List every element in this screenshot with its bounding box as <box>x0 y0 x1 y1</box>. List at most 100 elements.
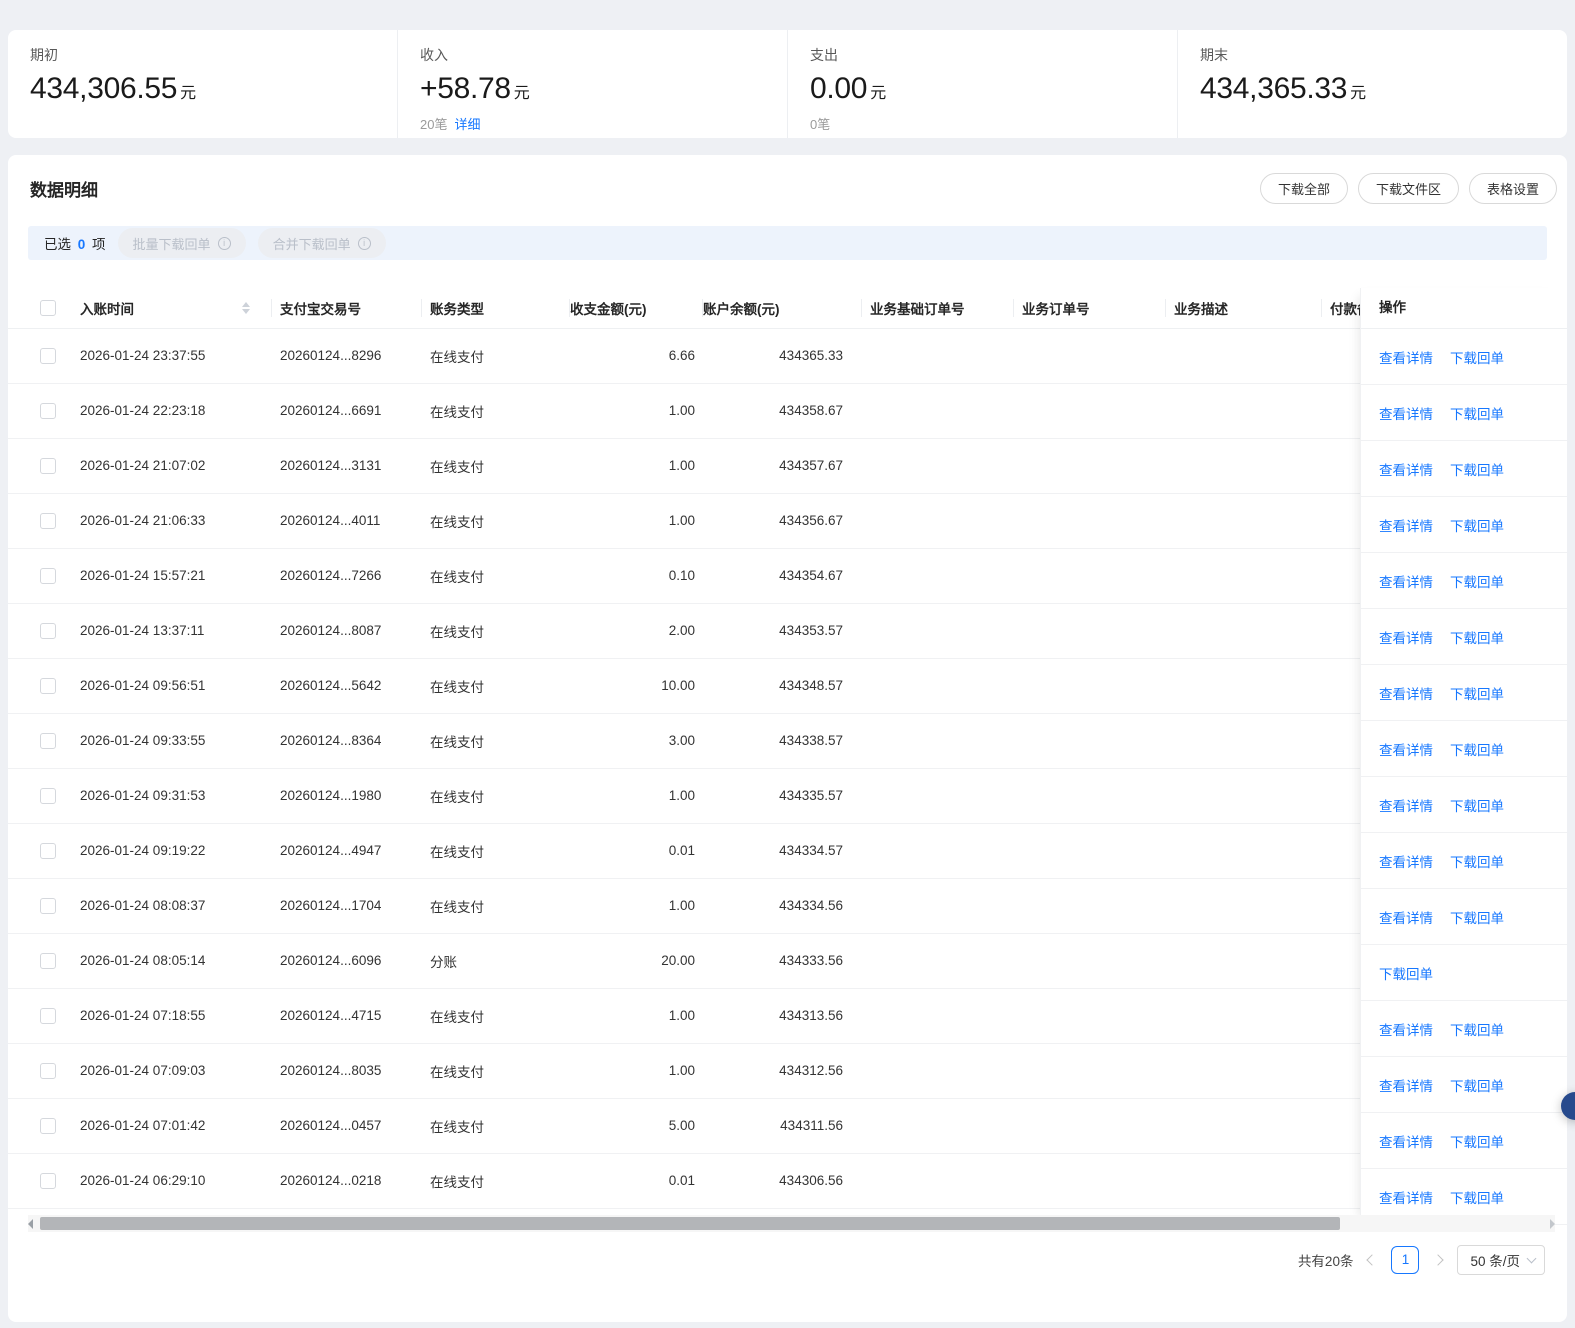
view-detail-link[interactable]: 查看详情 <box>1379 403 1433 423</box>
row-checkbox[interactable] <box>40 457 56 474</box>
download-receipt-link[interactable]: 下载回单 <box>1450 347 1504 367</box>
row-checkbox[interactable] <box>40 677 56 694</box>
horizontal-scrollbar[interactable] <box>28 1214 1555 1232</box>
view-detail-link[interactable]: 查看详情 <box>1379 795 1433 815</box>
row-checkbox[interactable] <box>40 1007 56 1024</box>
download-receipt-link[interactable]: 下载回单 <box>1450 795 1504 815</box>
batch-download-label: 批量下载回单 <box>132 236 211 252</box>
row-checkbox[interactable] <box>40 512 56 529</box>
view-detail-link[interactable]: 查看详情 <box>1379 851 1433 871</box>
view-detail-link[interactable]: 查看详情 <box>1379 571 1433 591</box>
download-file-area-button[interactable]: 下载文件区 <box>1357 173 1459 204</box>
cell-balance: 434311.56 <box>703 1098 862 1154</box>
cell-description <box>1166 878 1322 934</box>
summary-amount: 434,365.33 <box>1200 72 1348 105</box>
view-detail-link[interactable]: 查看详情 <box>1379 739 1433 759</box>
row-checkbox[interactable] <box>40 842 56 859</box>
table-row: 2026-01-24 08:08:37 20260124...1704 在线支付 1.… <box>8 878 1567 934</box>
download-all-button[interactable]: 下载全部 <box>1259 173 1348 204</box>
table-row: 2026-01-24 09:56:51 20260124...5642 在线支付 10… <box>8 658 1567 714</box>
select-all-checkbox[interactable] <box>40 299 56 316</box>
view-detail-link[interactable]: 查看详情 <box>1379 907 1433 927</box>
column-header-label: 账务类型 <box>430 301 484 317</box>
row-actions: 查看详情 下载回单 <box>1361 609 1567 665</box>
download-receipt-link[interactable]: 下载回单 <box>1450 1187 1504 1207</box>
row-checkbox[interactable] <box>40 1172 56 1189</box>
merge-download-button[interactable]: 合并下载回单 i <box>257 228 386 258</box>
row-checkbox[interactable] <box>40 1117 56 1134</box>
table-settings-button[interactable]: 表格设置 <box>1468 173 1557 204</box>
view-detail-link[interactable]: 查看详情 <box>1379 1131 1433 1151</box>
cell-order-no <box>1014 438 1166 494</box>
row-checkbox[interactable] <box>40 897 56 914</box>
download-receipt-link[interactable]: 下载回单 <box>1450 1019 1504 1039</box>
sort-icon[interactable] <box>242 301 250 314</box>
column-header: 业务基础订单号 <box>862 288 1014 329</box>
data-detail-panel: 数据明细 下载全部 下载文件区 表格设置 已选 0 项 批量下载回单 i 合并下载… <box>8 155 1567 1322</box>
cell-description <box>1166 823 1322 879</box>
summary-closing: 期末 434,365.33 元 <box>1177 30 1567 138</box>
selection-suffix: 项 <box>92 237 106 252</box>
download-receipt-link[interactable]: 下载回单 <box>1450 571 1504 591</box>
download-receipt-link[interactable]: 下载回单 <box>1450 851 1504 871</box>
row-checkbox[interactable] <box>40 567 56 584</box>
download-receipt-link[interactable]: 下载回单 <box>1450 1131 1504 1151</box>
income-detail-link[interactable]: 详细 <box>454 117 480 132</box>
table-row: 2026-01-24 07:01:42 20260124...0457 在线支付 5.… <box>8 1098 1567 1154</box>
scrollbar-right-arrow-icon[interactable] <box>1550 1218 1555 1229</box>
batch-download-button[interactable]: 批量下载回单 i <box>117 228 246 258</box>
cell-order-no <box>1014 603 1166 659</box>
row-checkbox[interactable] <box>40 952 56 969</box>
cell-amount: 5.00 <box>570 1098 703 1154</box>
download-receipt-link[interactable]: 下载回单 <box>1450 907 1504 927</box>
current-page-button[interactable]: 1 <box>1391 1245 1420 1274</box>
cell-account-type: 在线支付 <box>422 603 570 659</box>
row-checkbox[interactable] <box>40 402 56 419</box>
row-checkbox[interactable] <box>40 347 56 364</box>
download-receipt-link[interactable]: 下载回单 <box>1450 683 1504 703</box>
view-detail-link[interactable]: 查看详情 <box>1379 1019 1433 1039</box>
view-detail-link[interactable]: 查看详情 <box>1379 627 1433 647</box>
view-detail-link[interactable]: 查看详情 <box>1379 347 1433 367</box>
cell-account-type: 在线支付 <box>422 548 570 604</box>
cell-base-order-no <box>862 548 1014 604</box>
cell-transaction-no: 20260124...4011 <box>272 493 422 549</box>
column-header: 入账时间 <box>72 288 272 329</box>
row-actions: 查看详情 下载回单 <box>1361 889 1567 945</box>
selection-count: 0 <box>77 237 86 252</box>
scrollbar-left-arrow-icon[interactable] <box>28 1218 33 1229</box>
download-receipt-link[interactable]: 下载回单 <box>1450 1075 1504 1095</box>
cell-base-order-no <box>862 603 1014 659</box>
scrollbar-thumb[interactable] <box>40 1216 1340 1230</box>
view-detail-link[interactable]: 查看详情 <box>1379 683 1433 703</box>
row-checkbox[interactable] <box>40 732 56 749</box>
cell-time: 2026-01-24 21:06:33 <box>72 493 272 549</box>
row-checkbox[interactable] <box>40 622 56 639</box>
cell-select <box>8 438 72 494</box>
row-actions: 查看详情 下载回单 <box>1361 1057 1567 1113</box>
page-title: 数据明细 <box>30 181 98 200</box>
select-all-header <box>8 288 72 329</box>
view-detail-link[interactable]: 查看详情 <box>1379 1075 1433 1095</box>
download-receipt-link[interactable]: 下载回单 <box>1450 515 1504 535</box>
cell-description <box>1166 713 1322 769</box>
cell-description <box>1166 383 1322 439</box>
row-checkbox[interactable] <box>40 787 56 804</box>
view-detail-link[interactable]: 查看详情 <box>1379 515 1433 535</box>
prev-page-icon[interactable] <box>1366 1253 1379 1266</box>
download-receipt-link[interactable]: 下载回单 <box>1450 459 1504 479</box>
row-actions: 下载回单 <box>1361 945 1567 1001</box>
view-detail-link[interactable]: 查看详情 <box>1379 459 1433 479</box>
download-receipt-link[interactable]: 下载回单 <box>1450 403 1504 423</box>
download-receipt-link[interactable]: 下载回单 <box>1450 739 1504 759</box>
cell-amount: 1.00 <box>570 1043 703 1099</box>
next-page-icon[interactable] <box>1432 1253 1445 1266</box>
summary-unit: 元 <box>870 85 886 102</box>
view-detail-link[interactable]: 查看详情 <box>1379 1187 1433 1207</box>
download-receipt-link[interactable]: 下载回单 <box>1379 963 1433 983</box>
download-receipt-link[interactable]: 下载回单 <box>1450 627 1504 647</box>
cell-time: 2026-01-24 09:31:53 <box>72 768 272 824</box>
cell-account-type: 在线支付 <box>422 383 570 439</box>
row-checkbox[interactable] <box>40 1062 56 1079</box>
page-size-select[interactable]: 50 条/页 <box>1457 1244 1545 1275</box>
